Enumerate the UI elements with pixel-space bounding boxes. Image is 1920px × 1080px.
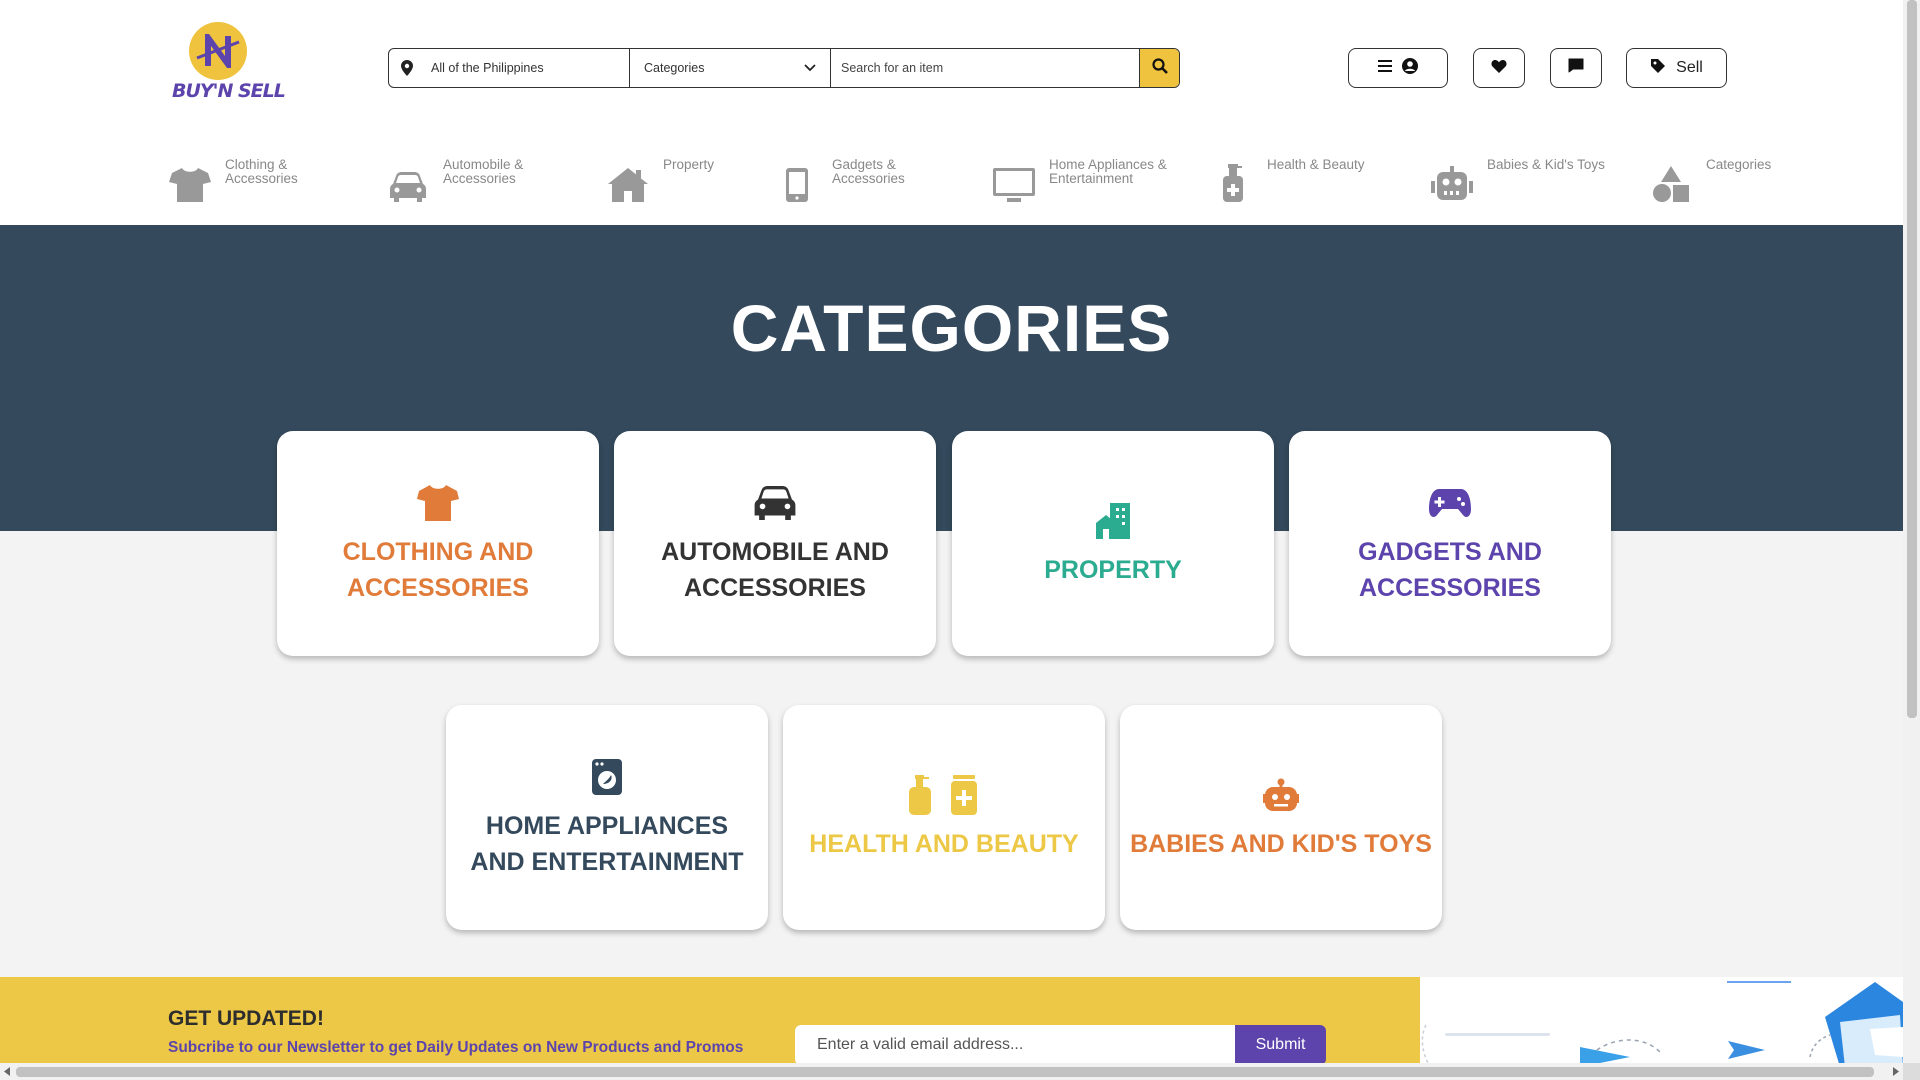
category-card-automobile[interactable]: AUTOMOBILE AND ACCESSORIES [614, 431, 936, 656]
category-card-property[interactable]: PROPERTY [952, 431, 1274, 656]
car-icon [754, 482, 796, 524]
newsletter-illustration [1420, 977, 1903, 1067]
messages-button[interactable] [1550, 48, 1602, 88]
nav-item-clothing[interactable]: Clothing & Accessories [168, 158, 298, 202]
category-select[interactable]: Categories [630, 49, 831, 87]
heart-icon [1491, 59, 1507, 78]
logo-mark [189, 22, 247, 80]
washing-machine-icon [592, 756, 622, 798]
tag-icon [1650, 58, 1666, 79]
favorites-button[interactable] [1473, 48, 1525, 88]
horizontal-scrollbar[interactable] [0, 1063, 1903, 1080]
category-nav: Clothing & Accessories Automobile & Acce… [0, 150, 1903, 210]
robot-icon [1263, 774, 1299, 816]
vertical-scrollbar[interactable] [1903, 0, 1920, 1063]
nav-item-automobile[interactable]: Automobile & Accessories [386, 158, 523, 202]
car-icon [386, 158, 430, 202]
nav-item-health-beauty[interactable]: Health & Beauty [1210, 158, 1365, 202]
chevron-down-icon [804, 61, 816, 75]
category-value: Categories [644, 61, 705, 75]
user-icon [1402, 57, 1418, 79]
search-bar: All of the Philippines Categories Search… [388, 48, 1180, 88]
location-select[interactable]: All of the Philippines [389, 49, 630, 87]
sell-label: Sell [1676, 59, 1703, 76]
category-card-clothing[interactable]: CLOTHING AND ACCESSORIES [277, 431, 599, 656]
email-field[interactable]: Enter a valid email address... [795, 1025, 1235, 1065]
search-icon [1151, 57, 1168, 79]
header: BUY'N SELL All of the Philippines Catego… [0, 0, 1903, 225]
category-card-gadgets[interactable]: GADGETS AND ACCESSORIES [1289, 431, 1611, 656]
bottle-icon [1210, 158, 1254, 202]
tshirt-icon [168, 158, 212, 202]
nav-item-gadgets[interactable]: Gadgets & Accessories [775, 158, 905, 202]
monitor-icon [992, 158, 1036, 202]
vertical-scrollbar-thumb[interactable] [1907, 0, 1917, 718]
newsletter-subtitle: Subcribe to our Newsletter to get Daily … [168, 1039, 744, 1056]
nav-item-home-appliances[interactable]: Home Appliances & Entertainment [992, 158, 1167, 202]
nav-item-categories[interactable]: Categories [1649, 158, 1771, 202]
search-input[interactable]: Search for an item [831, 49, 1139, 87]
sell-button[interactable]: Sell [1626, 48, 1727, 88]
category-card-health-beauty[interactable]: HEALTH AND BEAUTY [783, 705, 1105, 930]
phone-icon [775, 158, 819, 202]
location-value: All of the Philippines [431, 61, 544, 75]
nav-item-toys[interactable]: Babies & Kid's Toys [1430, 158, 1605, 202]
shapes-icon [1649, 158, 1693, 202]
page-title: CATEGORIES [730, 291, 1173, 365]
building-icon [1096, 500, 1130, 542]
newsletter-title: GET UPDATED! [168, 1007, 324, 1030]
submit-button[interactable]: Submit [1235, 1025, 1326, 1065]
gamepad-icon [1429, 482, 1471, 524]
house-icon [606, 158, 650, 202]
horizontal-scrollbar-thumb[interactable] [16, 1067, 1874, 1077]
newsletter-section: GET UPDATED! Subcribe to our Newsletter … [0, 977, 1420, 1067]
chat-icon [1568, 58, 1584, 78]
search-placeholder: Search for an item [841, 61, 944, 75]
scrollbar-corner [1903, 1063, 1920, 1080]
location-pin-icon [401, 60, 415, 76]
category-card-home-appliances[interactable]: HOME APPLIANCES AND ENTERTAINMENT [446, 705, 768, 930]
logo[interactable]: BUY'N SELL [168, 22, 286, 112]
account-menu-button[interactable] [1348, 48, 1448, 88]
robot-icon [1430, 158, 1474, 202]
scroll-left-icon[interactable] [4, 1067, 12, 1076]
email-placeholder: Enter a valid email address... [817, 1036, 1024, 1053]
category-card-toys[interactable]: BABIES AND KID'S TOYS [1120, 705, 1442, 930]
medicine-bottles-icon [907, 774, 981, 816]
tshirt-icon [417, 482, 459, 524]
nav-item-property[interactable]: Property [606, 158, 714, 202]
scroll-right-icon[interactable] [1891, 1067, 1899, 1076]
menu-icon [1378, 59, 1392, 77]
search-button[interactable] [1139, 49, 1179, 87]
logo-text: BUY'N SELL [172, 80, 286, 102]
